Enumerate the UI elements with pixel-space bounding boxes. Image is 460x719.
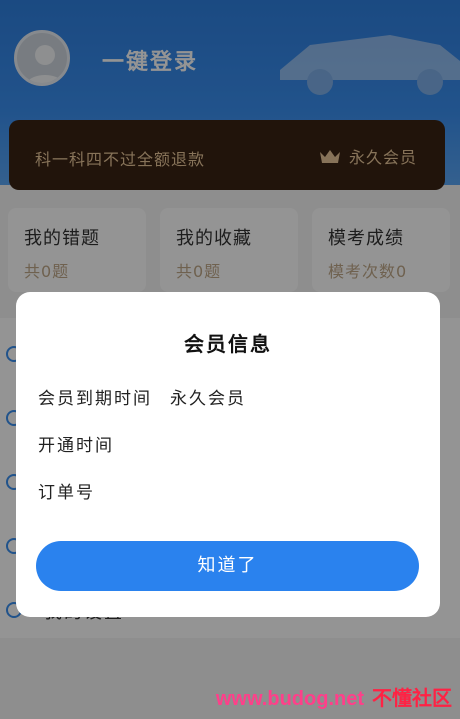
membership-expiry-value: 永久会员 <box>170 389 246 409</box>
dialog-title: 会员信息 <box>184 332 272 356</box>
watermark-site-name: 不懂社区 <box>372 686 452 710</box>
order-number-row: 订单号 <box>38 478 113 503</box>
watermark-url: www.budog.net <box>215 688 364 710</box>
got-it-button[interactable]: 知道了 <box>36 541 419 591</box>
membership-expiry-label: 会员到期时间 <box>38 389 152 409</box>
membership-info-dialog: 会员信息 会员到期时间 永久会员 开通时间 订单号 知道了 <box>16 292 440 617</box>
site-watermark: www.budog.net 不懂社区 <box>216 682 452 711</box>
activation-time-label: 开通时间 <box>38 436 114 456</box>
activation-time-row: 开通时间 <box>38 431 132 456</box>
order-number-label: 订单号 <box>38 483 95 503</box>
membership-expiry-row: 会员到期时间 永久会员 <box>38 384 246 409</box>
